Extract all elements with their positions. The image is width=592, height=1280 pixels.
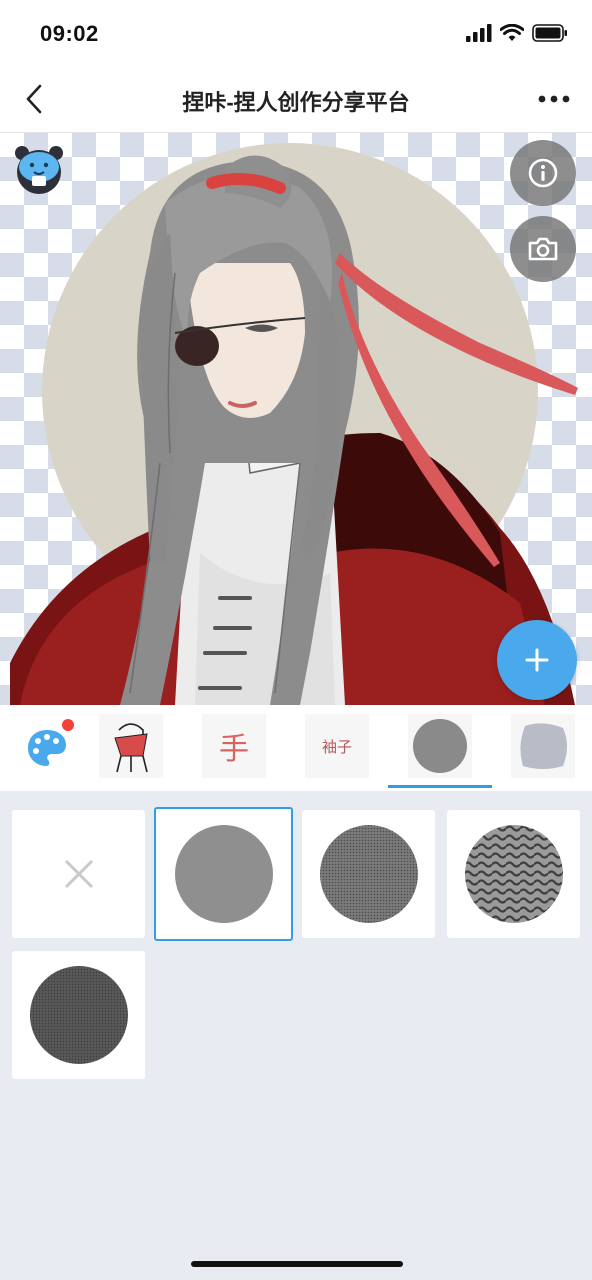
- category-tab-sleeve[interactable]: 袖子: [305, 714, 369, 778]
- blob-category-icon: [520, 723, 567, 769]
- category-label-sleeve: 袖子: [321, 737, 352, 756]
- option-dark[interactable]: [12, 951, 145, 1079]
- option-dotted[interactable]: [302, 810, 435, 938]
- dark-circle-swatch: [29, 966, 128, 1064]
- shading-category-icon: [413, 719, 467, 773]
- notification-dot: [62, 719, 74, 731]
- home-indicator: [191, 1261, 403, 1267]
- category-tab-5[interactable]: [511, 714, 575, 778]
- category-tab-shading[interactable]: [408, 714, 472, 778]
- category-bar: 手 袖子: [0, 705, 592, 791]
- category-label-hand: 手: [219, 732, 249, 767]
- clothing-category-icon: [114, 723, 148, 773]
- option-grid: [0, 791, 592, 1280]
- dotted-circle-swatch: [319, 825, 418, 923]
- status-bar: 09:02: [0, 0, 592, 66]
- character-canvas[interactable]: [0, 133, 592, 705]
- status-time: 09:02: [40, 21, 99, 46]
- category-tab-hand[interactable]: 手: [202, 714, 266, 778]
- solid-circle-swatch: [174, 825, 273, 923]
- more-dots-icon: [538, 95, 570, 103]
- selected-tab-indicator: [388, 785, 492, 788]
- wifi-icon: [499, 23, 525, 47]
- battery-icon: [532, 24, 568, 47]
- app-logo: [14, 145, 64, 195]
- more-button[interactable]: [532, 79, 576, 119]
- palette-icon: [28, 730, 66, 766]
- navigation-bar: 捏咔-捏人创作分享平台: [0, 66, 592, 133]
- option-solid-gray[interactable]: [154, 807, 293, 941]
- add-button[interactable]: [497, 620, 577, 700]
- camera-button[interactable]: [510, 216, 576, 282]
- character-illustration: [10, 143, 578, 705]
- info-icon: [528, 158, 558, 188]
- palette-button[interactable]: [22, 719, 74, 773]
- mascot-logo-icon: [15, 146, 63, 194]
- camera-icon: [528, 237, 558, 261]
- option-wave[interactable]: [447, 810, 580, 938]
- category-tab-1[interactable]: [99, 714, 163, 778]
- info-button[interactable]: [510, 140, 576, 206]
- wave-circle-swatch: [464, 825, 563, 923]
- option-none[interactable]: [12, 810, 145, 938]
- page-title: 捏咔-捏人创作分享平台: [182, 90, 410, 115]
- plus-icon: [525, 648, 549, 672]
- status-icons: [466, 23, 568, 47]
- signal-icon: [466, 24, 492, 47]
- close-icon: [64, 859, 93, 889]
